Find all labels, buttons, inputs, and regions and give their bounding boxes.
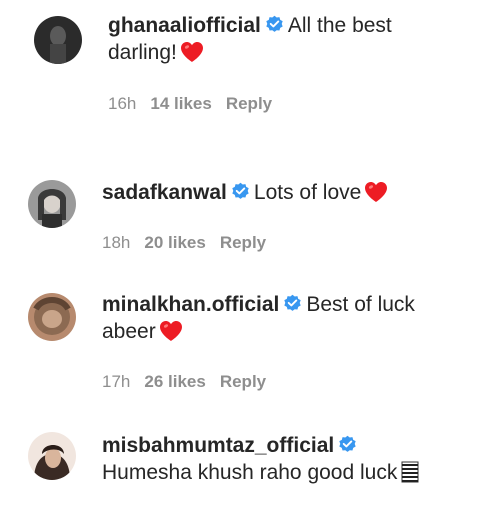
comment-body: Humesha khush raho good luck: [102, 461, 398, 484]
avatar[interactable]: [28, 293, 76, 341]
likes-count[interactable]: 20 likes: [144, 233, 205, 252]
verified-badge-icon: [284, 294, 302, 311]
verified-badge-icon: [232, 182, 249, 199]
comment-body: All the best: [287, 14, 392, 37]
comment-timestamp: 18h: [102, 233, 131, 252]
comment-text: misbahmumtaz_official Humesha khush raho…: [102, 432, 462, 486]
heart-icon: [365, 182, 388, 202]
comment-body: Lots of love: [253, 181, 362, 204]
comment-meta: 18h 20 likes Reply: [102, 233, 280, 253]
comment-text: minalkhan.official Best of luck abeer: [102, 291, 462, 345]
comment-body-continued: darling!: [108, 41, 177, 64]
flag-icon: [401, 461, 419, 483]
comment-meta: 17h 26 likes Reply: [102, 372, 280, 392]
avatar[interactable]: [34, 16, 82, 64]
reply-button[interactable]: Reply: [226, 94, 272, 113]
comment-text: sadafkanwal Lots of love: [102, 179, 462, 206]
username-link[interactable]: minalkhan.official: [102, 293, 279, 316]
likes-count[interactable]: 26 likes: [144, 372, 205, 391]
verified-badge-icon: [266, 15, 283, 32]
comment-text: ghanaaliofficial All the best darling!: [108, 12, 468, 66]
reply-button[interactable]: Reply: [220, 233, 266, 252]
comment-timestamp: 17h: [102, 372, 131, 391]
avatar[interactable]: [28, 432, 76, 480]
comment-meta: 16h 14 likes Reply: [108, 94, 286, 114]
username-link[interactable]: sadafkanwal: [102, 181, 227, 204]
reply-button[interactable]: Reply: [220, 372, 266, 391]
username-link[interactable]: ghanaaliofficial: [108, 14, 261, 37]
heart-icon: [159, 321, 182, 341]
heart-icon: [180, 42, 203, 62]
comment-timestamp: 16h: [108, 94, 137, 113]
avatar[interactable]: [28, 180, 76, 228]
verified-badge-icon: [339, 435, 356, 452]
comment-body-continued: abeer: [102, 320, 156, 343]
likes-count[interactable]: 14 likes: [150, 94, 211, 113]
username-link[interactable]: misbahmumtaz_official: [102, 434, 334, 457]
comment-body: Best of luck: [306, 293, 415, 316]
